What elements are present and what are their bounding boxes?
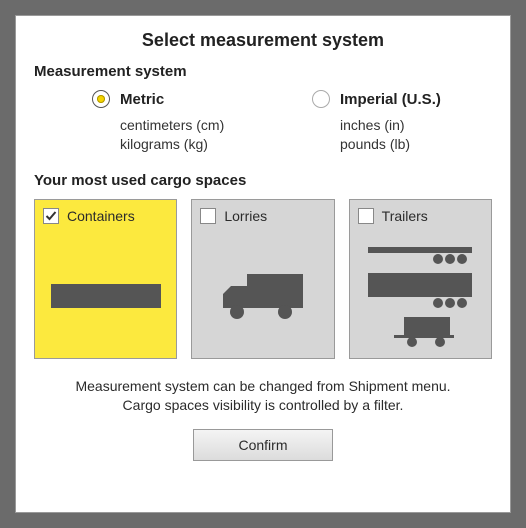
hint-text: Measurement system can be changed from S… (34, 377, 492, 415)
measurement-dialog: Select measurement system Measurement sy… (16, 16, 510, 512)
checkbox-icon (358, 208, 374, 224)
lorry-icon (192, 242, 333, 350)
cargo-cards: Containers Lorries (34, 199, 492, 359)
radio-imperial[interactable]: Imperial (U.S.) (312, 90, 492, 108)
measurement-options: Metric centimeters (cm) kilograms (kg) I… (34, 90, 492, 154)
confirm-button[interactable]: Confirm (193, 429, 333, 461)
card-trailers[interactable]: Trailers (349, 199, 492, 359)
radio-icon (312, 90, 330, 108)
dialog-backdrop: Select measurement system Measurement sy… (0, 0, 526, 528)
card-lorries[interactable]: Lorries (191, 199, 334, 359)
radio-sub-imperial-line2: pounds (lb) (340, 135, 492, 154)
dialog-title: Select measurement system (34, 30, 492, 51)
hint-line1: Measurement system can be changed from S… (34, 377, 492, 396)
radio-sub-metric-line2: kilograms (kg) (120, 135, 272, 154)
radio-sub-imperial-line1: inches (in) (340, 116, 492, 135)
hint-line2: Cargo spaces visibility is controlled by… (34, 396, 492, 415)
card-containers[interactable]: Containers (34, 199, 177, 359)
radio-icon (92, 90, 110, 108)
radio-metric[interactable]: Metric (92, 90, 272, 108)
trailers-icon (350, 242, 491, 350)
radio-label-metric: Metric (120, 91, 164, 108)
cargo-heading: Your most used cargo spaces (34, 172, 492, 189)
radio-sub-metric: centimeters (cm) kilograms (kg) (120, 116, 272, 154)
card-label-lorries: Lorries (224, 208, 267, 224)
checkbox-icon (200, 208, 216, 224)
measurement-heading: Measurement system (34, 63, 492, 80)
checkbox-icon (43, 208, 59, 224)
card-label-containers: Containers (67, 208, 135, 224)
radio-sub-metric-line1: centimeters (cm) (120, 116, 272, 135)
container-icon (35, 242, 176, 350)
radio-sub-imperial: inches (in) pounds (lb) (340, 116, 492, 154)
card-label-trailers: Trailers (382, 208, 428, 224)
radio-label-imperial: Imperial (U.S.) (340, 91, 441, 108)
